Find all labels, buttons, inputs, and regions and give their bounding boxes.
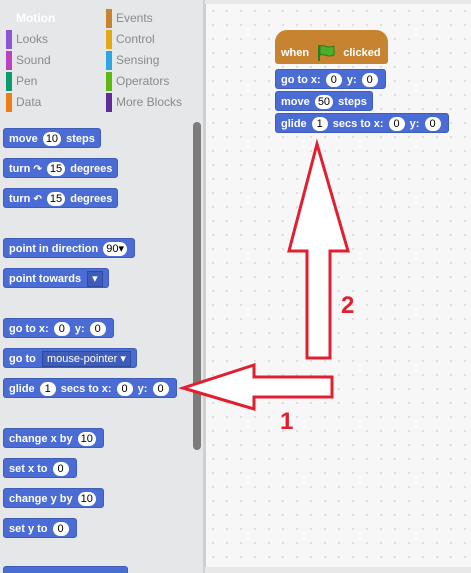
category-label: Motion	[16, 11, 56, 25]
left-arrow-icon	[177, 362, 334, 412]
annotation-arrows	[177, 138, 350, 412]
annotation-label-1: 1	[280, 408, 294, 435]
annotation-label-2: 2	[341, 292, 355, 319]
up-arrow-icon	[287, 138, 350, 360]
